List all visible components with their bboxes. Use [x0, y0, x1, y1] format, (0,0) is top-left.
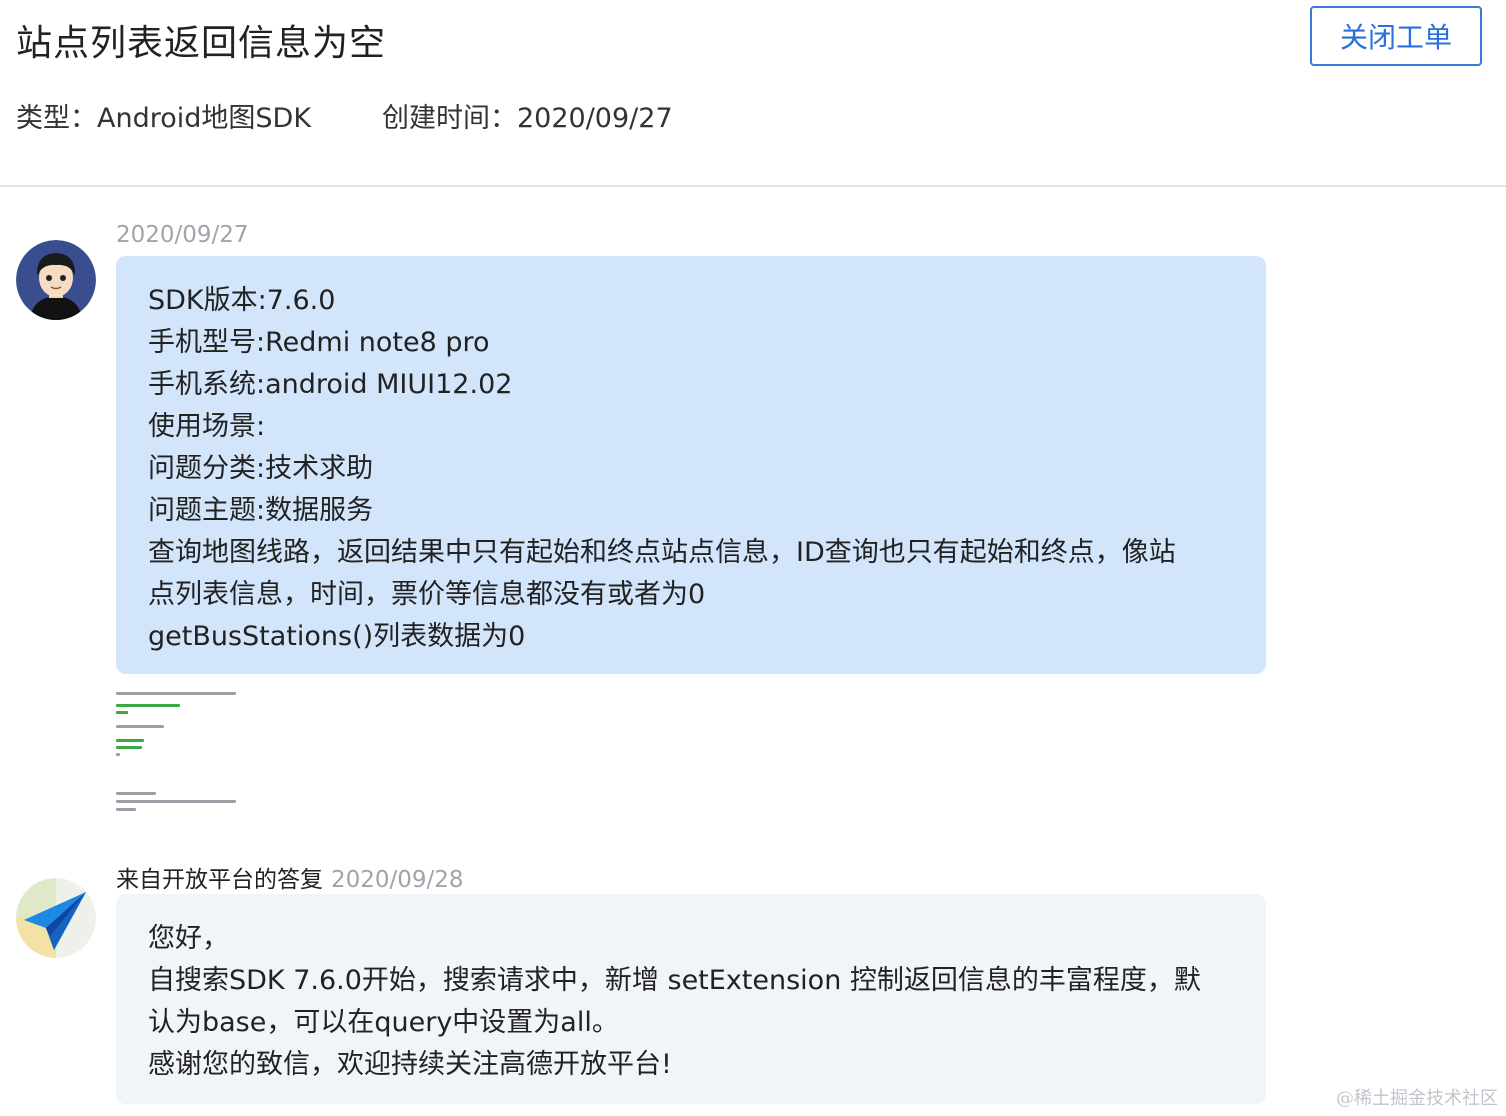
user-message-bubble: SDK版本:7.6.0 手机型号:Redmi note8 pro 手机系统:an…: [116, 256, 1266, 674]
close-ticket-button[interactable]: 关闭工单: [1310, 6, 1482, 66]
message-line: 手机型号:Redmi note8 pro: [148, 327, 490, 358]
user-avatar: [16, 240, 96, 320]
message-line: 问题分类:技术求助: [148, 453, 374, 484]
message-line: 查询地图线路，返回结果中只有起始和终点站点信息，ID查询也只有起始和终点，像站: [148, 537, 1176, 568]
user-message-date: 2020/09/27: [116, 222, 249, 248]
ticket-created-time: 创建时间：2020/09/27: [382, 103, 673, 134]
reply-message-bubble: 您好， 自搜索SDK 7.6.0开始，搜索请求中，新增 setExtension…: [116, 894, 1266, 1104]
ticket-type: 类型：Android地图SDK: [16, 103, 312, 134]
ticket-title: 站点列表返回信息为空: [16, 23, 387, 64]
watermark: @稀土掘金技术社区: [1336, 1088, 1498, 1109]
message-line: 自搜索SDK 7.6.0开始，搜索请求中，新增 setExtension 控制返…: [148, 965, 1201, 996]
header-divider: [0, 185, 1506, 187]
reply-source: 来自开放平台的答复: [116, 867, 323, 893]
message-line: 感谢您的致信，欢迎持续关注高德开放平台!: [148, 1049, 672, 1080]
message-line: 问题主题:数据服务: [148, 495, 374, 526]
message-line: SDK版本:7.6.0: [148, 285, 336, 316]
message-line: 您好，: [148, 923, 229, 954]
message-line: 点列表信息，时间，票价等信息都没有或者为0: [148, 579, 706, 610]
message-line: 认为base，可以在query中设置为all。: [148, 1007, 619, 1038]
reply-header: 来自开放平台的答复 2020/09/28: [116, 860, 464, 894]
message-line: 手机系统:android MIUI12.02: [148, 369, 513, 400]
bot-avatar: [16, 878, 96, 958]
message-line: 使用场景:: [148, 411, 266, 442]
message-line: getBusStations()列表数据为0: [148, 621, 526, 652]
attachment-thumbnail[interactable]: [116, 686, 242, 812]
reply-date: 2020/09/28: [331, 867, 464, 893]
